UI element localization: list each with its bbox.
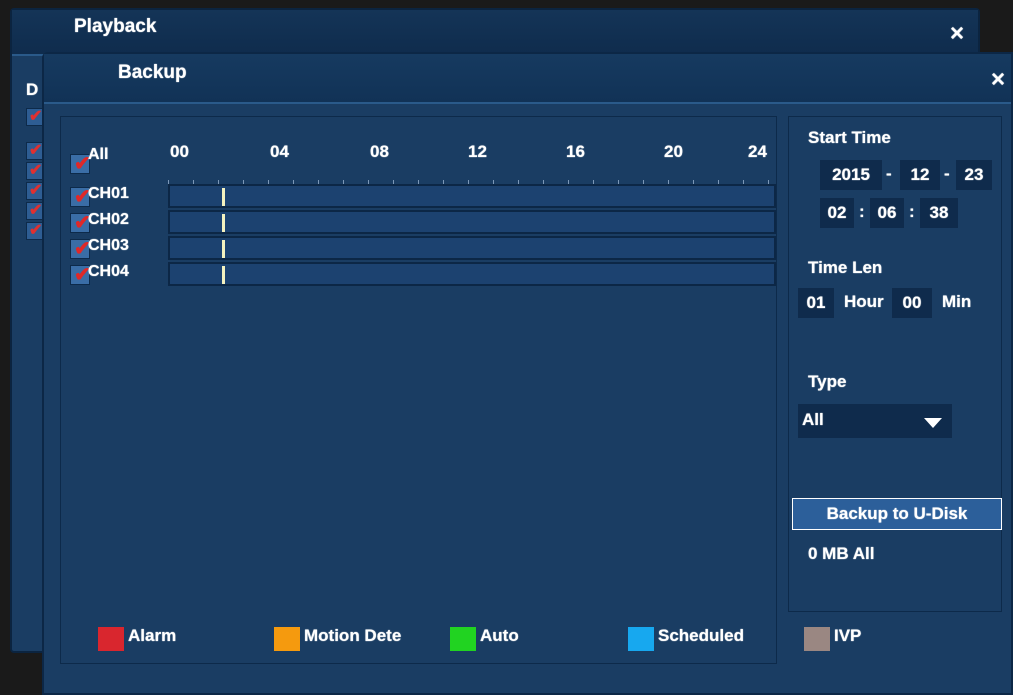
hour-label: 08 [370, 142, 389, 161]
channel-timeline-ch04[interactable] [168, 262, 776, 286]
channel-checkbox-ch04[interactable]: ✔ [70, 264, 91, 286]
check-icon: ✔ [29, 202, 43, 219]
playback-title: Playback [74, 16, 157, 37]
legend-label-ivp: IVP [834, 626, 862, 645]
backup-close-icon[interactable]: × [991, 66, 1005, 94]
channel-checkbox-ch01[interactable]: ✔ [70, 186, 91, 208]
hour-label: 16 [566, 142, 585, 161]
playback-close-icon[interactable]: × [950, 20, 964, 48]
hour-label: 20 [664, 142, 683, 161]
type-label: Type [808, 372, 847, 391]
backup-size-info: 0 MB All [808, 544, 875, 563]
legend-label-auto: Auto [480, 626, 519, 645]
check-icon: ✔ [29, 108, 43, 125]
time-cursor[interactable] [222, 188, 225, 206]
legend-swatch-ivp [804, 627, 830, 651]
date-separator: - [944, 164, 950, 183]
channel-label: CH03 [88, 237, 129, 254]
legend-swatch-auto [450, 627, 476, 651]
backup-settings-panel [788, 116, 1002, 612]
all-channels-label: All [88, 146, 109, 163]
time-cursor[interactable] [222, 266, 225, 284]
hour-label: 12 [468, 142, 487, 161]
hour-label: 24 [748, 142, 767, 161]
hour-label: 00 [170, 142, 189, 161]
start-time-label: Start Time [808, 128, 891, 147]
time-cursor[interactable] [222, 214, 225, 232]
start-hour-field[interactable]: 02 [820, 198, 854, 228]
start-day-field[interactable]: 23 [956, 160, 992, 190]
start-month-field[interactable]: 12 [900, 160, 940, 190]
type-selected-value: All [802, 410, 824, 429]
legend-label-alarm: Alarm [128, 626, 177, 645]
start-second-field[interactable]: 38 [920, 198, 958, 228]
backup-titlebar: Backup × [44, 54, 1011, 104]
start-minute-field[interactable]: 06 [870, 198, 904, 228]
type-select[interactable]: All [798, 404, 952, 438]
time-len-minutes-field[interactable]: 00 [892, 288, 932, 318]
time-cursor[interactable] [222, 240, 225, 258]
channel-label: CH02 [88, 211, 129, 228]
min-unit-label: Min [942, 292, 972, 311]
playback-side-label: D [26, 80, 39, 99]
check-icon: ✔ [29, 142, 43, 159]
check-icon: ✔ [29, 162, 43, 179]
channel-checkbox-ch03[interactable]: ✔ [70, 238, 91, 260]
channel-label: CH04 [88, 263, 129, 280]
channel-label: CH01 [88, 185, 129, 202]
channel-timeline-ch01[interactable] [168, 184, 776, 208]
check-icon: ✔ [29, 182, 43, 199]
date-separator: - [886, 164, 892, 183]
channel-timeline-ch02[interactable] [168, 210, 776, 234]
legend-label-motion: Motion Dete [304, 626, 402, 645]
channel-timeline-ch03[interactable] [168, 236, 776, 260]
legend-swatch-alarm [98, 627, 124, 651]
legend-swatch-scheduled [628, 627, 654, 651]
time-separator: : [909, 202, 915, 221]
hour-label: 04 [270, 142, 289, 161]
start-year-field[interactable]: 2015 [820, 160, 882, 190]
all-channels-checkbox[interactable]: ✔ [70, 153, 91, 175]
channel-checkbox-ch02[interactable]: ✔ [70, 212, 91, 234]
time-separator: : [859, 202, 865, 221]
backup-title: Backup [118, 62, 187, 83]
legend-swatch-motion [274, 627, 300, 651]
backup-to-udisk-button[interactable]: Backup to U-Disk [792, 498, 1002, 530]
time-len-hours-field[interactable]: 01 [798, 288, 834, 318]
dropdown-arrow-icon [924, 418, 942, 428]
hour-unit-label: Hour [844, 292, 884, 311]
playback-titlebar: Playback × [12, 10, 978, 56]
check-icon: ✔ [29, 222, 43, 239]
legend-label-scheduled: Scheduled [658, 626, 744, 645]
time-len-label: Time Len [808, 258, 883, 277]
backup-dialog: Backup × ✔ All 00 04 08 12 16 20 24 ✔ CH… [42, 52, 1013, 695]
